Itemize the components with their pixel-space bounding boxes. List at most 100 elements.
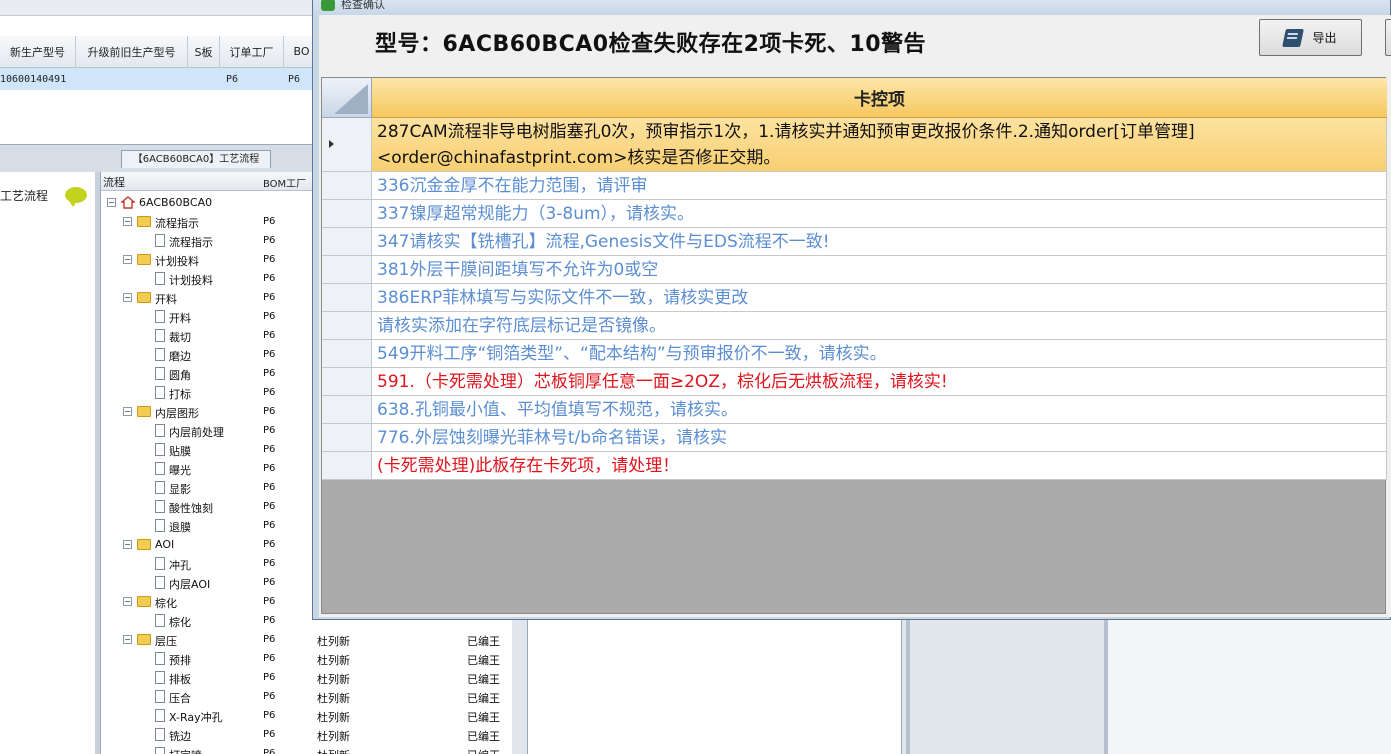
row-header[interactable]	[322, 256, 372, 283]
document-icon	[155, 557, 165, 570]
row-selector-arrow-icon[interactable]	[322, 118, 372, 171]
collapse-icon[interactable]: −	[123, 635, 132, 644]
tree-node[interactable]: 打定喷 P6 杜列新 已编王	[101, 745, 513, 754]
lower-list-panel	[527, 618, 902, 754]
document-icon	[155, 709, 165, 722]
table-row[interactable]: 549开料工序“铜箔类型”、“配本结构”与预审报价不一致，请核实。	[322, 340, 1387, 368]
tree-node-label: 内层图形	[155, 407, 199, 420]
tree-node-label: 铣边	[169, 730, 191, 743]
tree-node-label: 棕化	[169, 616, 191, 629]
folder-icon	[137, 539, 151, 550]
tree-node-label: 排板	[169, 673, 191, 686]
tree-node-c3: 杜列新	[317, 635, 350, 648]
table-row[interactable]: 10600140491 P6 P6	[0, 68, 320, 90]
app-icon	[321, 0, 335, 11]
col-header-s-board[interactable]: S板	[188, 36, 220, 67]
tree-node[interactable]: − 层压 P6 杜列新 已编王	[101, 631, 513, 650]
table-row[interactable]: 381外层干膜间距填写不允许为0或空	[322, 256, 1387, 284]
collapse-icon[interactable]: −	[123, 540, 132, 549]
collapse-icon[interactable]: −	[123, 597, 132, 606]
tree-node[interactable]: X-Ray冲孔 P6 杜列新 已编王	[101, 707, 513, 726]
document-icon	[155, 614, 165, 627]
row-header[interactable]	[322, 228, 372, 255]
tree-node-bom: P6	[263, 615, 276, 626]
dialog-titlebar[interactable]: 检查确认	[313, 0, 1390, 15]
table-row[interactable]: 386ERP菲林填写与实际文件不一致，请核实更改	[322, 284, 1387, 312]
export-button[interactable]: 导出	[1259, 19, 1362, 56]
model-grid-header: 新生产型号 升级前旧生产型号 S板 订单工厂 BO	[0, 36, 320, 68]
col-header-factory[interactable]: 订单工厂	[220, 36, 284, 67]
tree-node[interactable]: 铣边 P6 杜列新 已编王	[101, 726, 513, 745]
row-header[interactable]	[322, 452, 372, 479]
tree-node-c4: 已编王	[467, 730, 500, 743]
tree-header-bom[interactable]: BOM工厂	[263, 175, 306, 190]
table-row[interactable]: 776.外层蚀刻曝光菲林号t/b命名错误，请核实	[322, 424, 1387, 452]
row-header[interactable]	[322, 200, 372, 227]
table-row[interactable]: 347请核实【铣槽孔】流程,Genesis文件与EDS流程不一致!	[322, 228, 1387, 256]
tree-node-c4: 已编王	[467, 692, 500, 705]
document-icon	[155, 348, 165, 361]
control-items-grid: 卡控项 287CAM流程非导电树脂塞孔0次，预审指示1次，1.请核实并通知预审更…	[321, 77, 1387, 614]
row-header[interactable]	[322, 172, 372, 199]
folder-icon	[137, 254, 151, 265]
tree-node-bom: P6	[263, 691, 276, 702]
tree-node-label: 退膜	[169, 521, 191, 534]
collapse-icon[interactable]: −	[123, 293, 132, 302]
col-header-control-item[interactable]: 卡控项	[372, 78, 1387, 118]
tree-node-label: 贴膜	[169, 445, 191, 458]
control-item-text: 347请核实【铣槽孔】流程,Genesis文件与EDS流程不一致!	[372, 228, 1387, 255]
table-row[interactable]: 请核实添加在字符底层标记是否镜像。	[322, 312, 1387, 340]
col-header-old-model[interactable]: 升级前旧生产型号	[76, 36, 188, 67]
table-row[interactable]: 638.孔铜最小值、平均值填写不规范，请核实。	[322, 396, 1387, 424]
tree-node-c3: 杜列新	[317, 730, 350, 743]
collapse-icon[interactable]: −	[123, 255, 132, 264]
control-item-text: 请核实添加在字符底层标记是否镜像。	[372, 312, 1387, 339]
table-row[interactable]: 591.（卡死需处理）芯板铜厚任意一面≥2OZ，棕化后无烘板流程，请核实!	[322, 368, 1387, 396]
table-row[interactable]: 337镍厚超常规能力（3-8um），请核实。	[322, 200, 1387, 228]
secondary-button[interactable]	[1385, 19, 1391, 56]
lower-splitter[interactable]	[906, 618, 910, 754]
tree-node[interactable]: 压合 P6 杜列新 已编王	[101, 688, 513, 707]
collapse-icon[interactable]: −	[123, 217, 132, 226]
tree-node-bom: P6	[263, 729, 276, 740]
table-row[interactable]: 287CAM流程非导电树脂塞孔0次，预审指示1次，1.请核实并通知预审更改报价条…	[322, 118, 1387, 172]
col-header-new-model[interactable]: 新生产型号	[0, 36, 76, 67]
document-icon	[155, 443, 165, 456]
collapse-icon[interactable]: −	[107, 198, 116, 207]
tree-node[interactable]: 预排 P6 杜列新 已编王	[101, 650, 513, 669]
tree-node-bom: P6	[263, 710, 276, 721]
app-window: 新生产型号 升级前旧生产型号 S板 订单工厂 BO 10600140491 P6…	[0, 0, 1391, 754]
row-header[interactable]	[322, 368, 372, 395]
tree-node-bom: P6	[263, 425, 276, 436]
comment-icon[interactable]	[65, 187, 87, 207]
tree-node-label: 棕化	[155, 597, 177, 610]
tree-node-label: 6ACB60BCA0	[139, 196, 213, 209]
row-header[interactable]	[322, 284, 372, 311]
tree-node-label: 冲孔	[169, 559, 191, 572]
export-label: 导出	[1312, 31, 1337, 45]
folder-icon	[137, 596, 151, 607]
tree-node[interactable]: 排板 P6 杜列新 已编王	[101, 669, 513, 688]
collapse-icon[interactable]: −	[123, 407, 132, 416]
tree-node-c4: 已编王	[467, 747, 500, 754]
check-dialog: 检查确认 型号：6ACB60BCA0检查失败存在2项卡死、10警告 导出 卡控项…	[312, 0, 1391, 620]
tree-node-bom: P6	[263, 311, 276, 322]
table-row[interactable]: (卡死需处理)此板存在卡死项，请处理！	[322, 452, 1387, 480]
row-header[interactable]	[322, 396, 372, 423]
control-item-text: 386ERP菲林填写与实际文件不一致，请核实更改	[372, 284, 1387, 311]
row-header[interactable]	[322, 424, 372, 451]
table-row[interactable]: 336沉金金厚不在能力范围，请评审	[322, 172, 1387, 200]
document-icon	[155, 424, 165, 437]
tree-node-bom: P6	[263, 368, 276, 379]
dialog-body: 型号：6ACB60BCA0检查失败存在2项卡死、10警告 导出 卡控项 287C…	[319, 15, 1391, 617]
document-icon	[155, 386, 165, 399]
tree-node-label: X-Ray冲孔	[169, 711, 223, 724]
tree-node-bom: P6	[263, 463, 276, 474]
left-panel-header[interactable]: 工艺流程	[0, 172, 95, 218]
select-all-corner[interactable]	[322, 78, 372, 118]
tree-node-bom: P6	[263, 482, 276, 493]
row-header[interactable]	[322, 340, 372, 367]
tree-header-flow[interactable]: 流程	[103, 174, 125, 190]
tree-node-label: 裁切	[169, 331, 191, 344]
row-header[interactable]	[322, 312, 372, 339]
